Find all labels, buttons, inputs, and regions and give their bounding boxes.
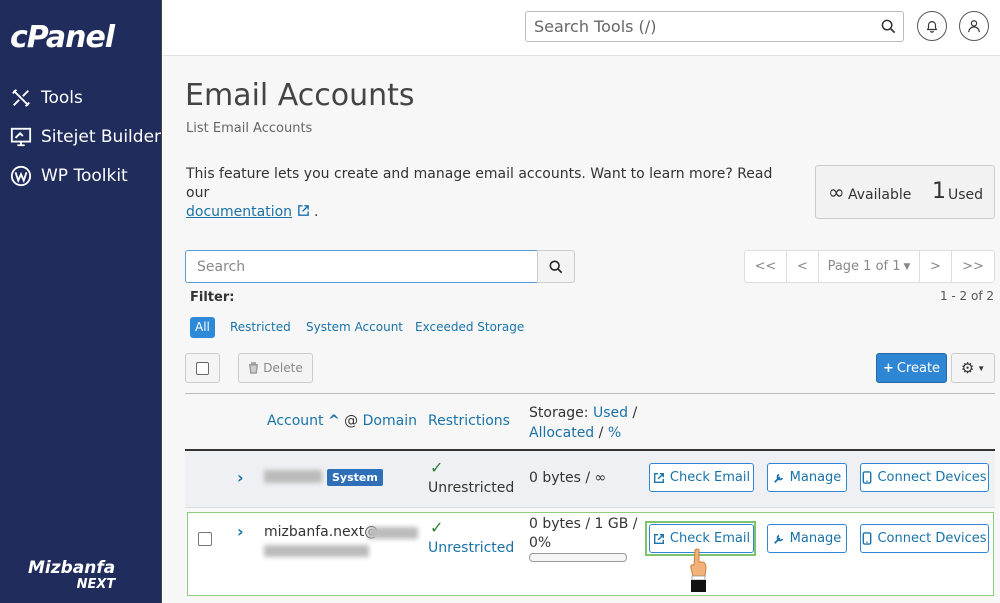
- infinity-icon: ∞: [828, 180, 845, 204]
- filter-label: Filter:: [190, 290, 235, 305]
- filter-all[interactable]: All: [190, 317, 215, 338]
- sidebar-item-tools[interactable]: Tools: [10, 87, 83, 109]
- column-domain[interactable]: Domain: [363, 413, 417, 429]
- used-count: 1: [932, 179, 946, 204]
- next-page-button[interactable]: >: [920, 251, 952, 282]
- sidebar-item-sitejet[interactable]: Sitejet Builder: [10, 126, 161, 148]
- hand-pointer-icon: [687, 548, 709, 598]
- select-all-checkbox[interactable]: [196, 361, 209, 375]
- restriction-link[interactable]: Unrestricted: [428, 540, 514, 556]
- filter-exceeded-storage[interactable]: Exceeded Storage: [415, 317, 524, 338]
- last-page-button[interactable]: >>: [952, 251, 994, 282]
- external-link-icon: [653, 533, 664, 544]
- pagination: << < Page 1 of 1 ▼ > >>: [744, 250, 995, 283]
- result-count: 1 - 2 of 2: [939, 289, 994, 303]
- phone-icon: [863, 471, 872, 484]
- settings-button[interactable]: ⚙ ▼: [951, 353, 995, 383]
- wrench-icon: [773, 473, 783, 483]
- delete-button[interactable]: Delete: [238, 353, 313, 383]
- storage-text: 0 bytes / 1 GB /: [529, 516, 638, 532]
- manage-button[interactable]: Manage: [767, 524, 847, 553]
- sidebar: cPanel Tools Sitejet Builder WP Toolkit …: [0, 0, 162, 603]
- cpanel-logo[interactable]: cPanel: [10, 20, 115, 55]
- sidebar-item-label: Sitejet Builder: [41, 127, 162, 147]
- account-search-input[interactable]: [186, 251, 537, 282]
- check-email-button[interactable]: Check Email: [649, 463, 754, 492]
- page-subtitle: List Email Accounts: [186, 121, 313, 136]
- filter-restricted[interactable]: Restricted: [230, 317, 291, 338]
- trash-icon: [249, 362, 259, 374]
- documentation-link[interactable]: documentation: [186, 204, 292, 220]
- sidebar-item-wp-toolkit[interactable]: WP Toolkit: [10, 165, 128, 187]
- sort-percent[interactable]: %: [608, 425, 621, 441]
- monitor-icon: [10, 127, 32, 147]
- search-icon: [881, 19, 896, 39]
- manage-button[interactable]: Manage: [767, 463, 847, 492]
- search-tools-input[interactable]: [526, 12, 903, 41]
- phone-icon: [863, 532, 872, 545]
- table-top-border: [185, 393, 995, 394]
- gear-icon: ⚙: [960, 360, 975, 377]
- redacted-domain: [368, 527, 418, 539]
- row-checkbox[interactable]: [198, 532, 212, 546]
- redacted-domain: [264, 545, 369, 557]
- search-icon: [549, 260, 563, 273]
- column-storage: Storage: Used / Allocated / %: [529, 405, 638, 441]
- email-stats-panel: ∞ Available 1 Used: [815, 165, 995, 219]
- account-name: mizbanfa.next@: [264, 524, 379, 540]
- check-icon: ✓: [430, 458, 444, 477]
- search-button[interactable]: [537, 250, 575, 283]
- caret-down-icon: ▼: [903, 261, 911, 272]
- system-badge: System: [327, 469, 383, 486]
- expand-row-icon[interactable]: ›: [237, 468, 244, 487]
- sort-asc-icon: ^: [327, 413, 340, 429]
- connect-devices-button[interactable]: Connect Devices: [860, 463, 989, 492]
- connect-devices-button[interactable]: Connect Devices: [860, 524, 989, 553]
- column-account[interactable]: Account ^ @ Domain: [267, 413, 417, 429]
- first-page-button[interactable]: <<: [745, 251, 787, 282]
- sidebar-item-label: Tools: [41, 88, 83, 108]
- used-label: Used: [948, 187, 984, 203]
- notifications-button[interactable]: [917, 11, 947, 41]
- storage-progress-bar: [529, 553, 627, 562]
- external-link-icon: [653, 472, 664, 483]
- expand-row-icon[interactable]: ›: [237, 522, 244, 541]
- external-link-icon: [297, 205, 309, 216]
- filter-system-account[interactable]: System Account: [306, 317, 403, 338]
- wrench-icon: [773, 534, 783, 544]
- user-menu-button[interactable]: [959, 11, 989, 41]
- available-label: Available: [848, 187, 912, 203]
- sort-allocated[interactable]: Allocated: [529, 425, 594, 441]
- user-icon: [968, 20, 980, 33]
- storage-percent: 0%: [529, 535, 552, 551]
- column-restrictions[interactable]: Restrictions: [428, 413, 510, 429]
- plus-icon: +: [882, 360, 894, 376]
- create-button[interactable]: + Create: [876, 353, 947, 383]
- prev-page-button[interactable]: <: [787, 251, 819, 282]
- search-tools-field[interactable]: [525, 11, 904, 42]
- storage-text: 0 bytes / ∞: [529, 470, 607, 486]
- sort-used[interactable]: Used: [593, 405, 628, 421]
- page-description: This feature lets you create and manage …: [186, 166, 773, 220]
- account-search-field[interactable]: [185, 250, 538, 283]
- bell-icon: [926, 21, 938, 33]
- page-select[interactable]: Page 1 of 1 ▼: [819, 251, 920, 282]
- sidebar-item-label: WP Toolkit: [41, 166, 128, 186]
- caret-down-icon: ▼: [977, 363, 986, 373]
- check-icon: ✓: [430, 518, 444, 537]
- restriction-text: Unrestricted: [428, 480, 515, 496]
- brand-logo: Mizbanfa NEXT: [28, 558, 116, 592]
- page-title: Email Accounts: [185, 78, 415, 113]
- redacted-account: [264, 470, 322, 483]
- select-all-wrapper[interactable]: [185, 353, 220, 383]
- tools-icon: [12, 89, 30, 107]
- wordpress-icon: [10, 165, 32, 187]
